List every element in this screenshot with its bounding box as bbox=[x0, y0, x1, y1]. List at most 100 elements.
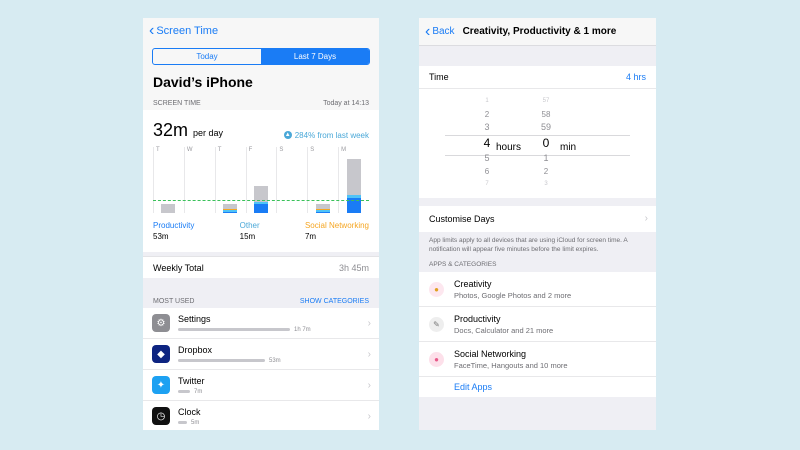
usage-bar bbox=[178, 421, 187, 424]
picker-value: 2 bbox=[484, 110, 490, 119]
category-detail: Photos, Google Photos and 2 more bbox=[454, 290, 572, 300]
app-row[interactable]: ✦ Twitter 7m › bbox=[143, 370, 379, 401]
usage-chart-card[interactable]: 32m per day ▲ 284% from last week T W T F S S… bbox=[143, 110, 379, 252]
back-label: Screen Time bbox=[156, 25, 219, 37]
category-row[interactable]: ✎ Productivity Docs, Calculator and 21 mor… bbox=[419, 307, 656, 342]
legend-label: Social Networking bbox=[304, 221, 369, 230]
legend-productivity: Productivity 53m bbox=[153, 221, 194, 241]
day-gridline bbox=[338, 147, 340, 213]
usage-time: 5m bbox=[191, 419, 200, 426]
category-name: Social Networking bbox=[454, 348, 527, 359]
picker-value: 5 bbox=[484, 153, 490, 163]
back-label: Back bbox=[432, 26, 455, 37]
category-legend: Productivity 53m Other 15m Social Networki… bbox=[153, 221, 369, 241]
dropbox-icon: ◆ bbox=[152, 345, 170, 363]
back-button[interactable]: ‹ Back bbox=[425, 22, 455, 40]
picker-value: 7 bbox=[485, 181, 489, 187]
time-label: Time bbox=[429, 72, 449, 82]
picker-value: 1 bbox=[543, 153, 549, 163]
minutes-unit: min bbox=[560, 142, 577, 153]
app-name: Dropbox bbox=[178, 344, 213, 355]
picker-value: 57 bbox=[542, 98, 550, 104]
usage-time: 7m bbox=[194, 388, 203, 395]
screen-time-header: SCREEN TIME Today at 14:13 bbox=[143, 96, 379, 110]
average-value: 32m bbox=[153, 120, 189, 140]
daily-average: 32m per day bbox=[153, 120, 223, 141]
category-detail: FaceTime, Hangouts and 10 more bbox=[454, 360, 568, 370]
nav-bar: ‹ Screen Time bbox=[143, 18, 379, 44]
picker-value: 3 bbox=[544, 181, 548, 187]
category-name: Creativity bbox=[454, 278, 492, 289]
show-categories-link[interactable]: SHOW CATEGORIES bbox=[300, 298, 369, 305]
bar-segment bbox=[346, 159, 361, 196]
day-label: W bbox=[186, 147, 193, 153]
bar-segment bbox=[315, 203, 330, 209]
average-line bbox=[153, 199, 369, 201]
bird-icon: ✦ bbox=[152, 376, 170, 394]
picker-value: 6 bbox=[484, 167, 490, 176]
day-label: T bbox=[217, 147, 222, 153]
limit-note: App limits apply to all devices that are… bbox=[429, 237, 628, 253]
legend-value: 7m bbox=[304, 232, 317, 241]
section-time: Today at 14:13 bbox=[323, 99, 369, 107]
day-label: S bbox=[279, 147, 284, 153]
period-segmented-control: Today Last 7 Days bbox=[152, 48, 370, 65]
category-detail: Docs, Calculator and 21 more bbox=[454, 325, 554, 335]
weekly-bar-chart: TWTFSSM bbox=[153, 147, 369, 213]
screen-time-panel: ‹ Screen Time Today Last 7 Days David’s … bbox=[143, 18, 379, 430]
most-used-label: MOST USED bbox=[153, 297, 195, 305]
category-name: Productivity bbox=[454, 313, 501, 324]
category-row[interactable]: ● Social Networking FaceTime, Hangouts and… bbox=[419, 342, 656, 377]
minutes-wheel[interactable]: 57 58 59 0 1 2 3 bbox=[535, 95, 557, 191]
segment-last-7-days[interactable]: Last 7 Days bbox=[261, 49, 369, 64]
gear-icon: ⚙ bbox=[152, 314, 170, 332]
legend-social: Social Networking 7m bbox=[305, 221, 369, 241]
bar-segment bbox=[254, 203, 268, 213]
back-button[interactable]: ‹ Screen Time bbox=[149, 22, 219, 39]
category-list: ● Creativity Photos, Google Photos and 2 m… bbox=[419, 272, 656, 377]
segment-today[interactable]: Today bbox=[153, 49, 261, 64]
section-label: SCREEN TIME bbox=[153, 99, 201, 107]
chevron-left-icon: ‹ bbox=[425, 22, 431, 40]
usage-bar bbox=[178, 359, 265, 362]
pen-icon: ✎ bbox=[429, 316, 444, 332]
time-row[interactable]: Time 4 hrs bbox=[419, 66, 656, 88]
bar-segment bbox=[223, 203, 238, 209]
average-unit: per day bbox=[193, 128, 224, 138]
chevron-right-icon: › bbox=[367, 411, 371, 422]
legend-value: 53m bbox=[153, 232, 169, 241]
day-gridline bbox=[276, 147, 278, 213]
picker-value: 58 bbox=[541, 110, 551, 119]
hours-wheel[interactable]: 1 2 3 4 5 6 7 bbox=[477, 95, 497, 191]
customise-days-row[interactable]: Customise Days › bbox=[419, 206, 656, 232]
palette-icon: ● bbox=[429, 281, 444, 297]
bar-segment bbox=[315, 208, 330, 211]
bar-segment bbox=[315, 210, 330, 212]
hours-unit: hours bbox=[496, 142, 522, 153]
usage-time: 1h 7m bbox=[294, 326, 311, 333]
usage-bar bbox=[178, 328, 290, 331]
picker-value: 3 bbox=[484, 122, 490, 132]
trend-text: 284% from last week bbox=[294, 130, 369, 140]
chevron-right-icon: › bbox=[367, 349, 371, 360]
time-picker[interactable]: 1 2 3 4 5 6 7 hours 57 58 59 0 1 2 3 min bbox=[419, 88, 656, 198]
day-gridline bbox=[307, 147, 309, 213]
most-used-header: MOST USED SHOW CATEGORIES bbox=[143, 294, 379, 308]
usage-bar bbox=[178, 390, 190, 393]
day-label: M bbox=[341, 147, 347, 153]
day-label: S bbox=[310, 147, 315, 153]
app-row[interactable]: ⚙ Settings 1h 7m › bbox=[143, 308, 379, 339]
bar-segment bbox=[315, 211, 330, 213]
chevron-left-icon: ‹ bbox=[149, 22, 155, 39]
weekly-total-value: 3h 45m bbox=[338, 262, 369, 273]
edit-apps-button[interactable]: Edit Apps bbox=[419, 377, 656, 397]
app-name: Clock bbox=[178, 406, 201, 417]
picker-value: 1 bbox=[485, 98, 489, 104]
day-gridline bbox=[245, 147, 247, 213]
chevron-right-icon: › bbox=[644, 213, 648, 224]
app-name: Twitter bbox=[178, 375, 205, 386]
app-row[interactable]: ◆ Dropbox 53m › bbox=[143, 339, 379, 370]
apps-categories-header: APPS & CATEGORIES bbox=[429, 261, 497, 268]
app-row[interactable]: ◷ Clock 5m › bbox=[143, 401, 379, 430]
category-row[interactable]: ● Creativity Photos, Google Photos and 2 m… bbox=[419, 272, 656, 307]
